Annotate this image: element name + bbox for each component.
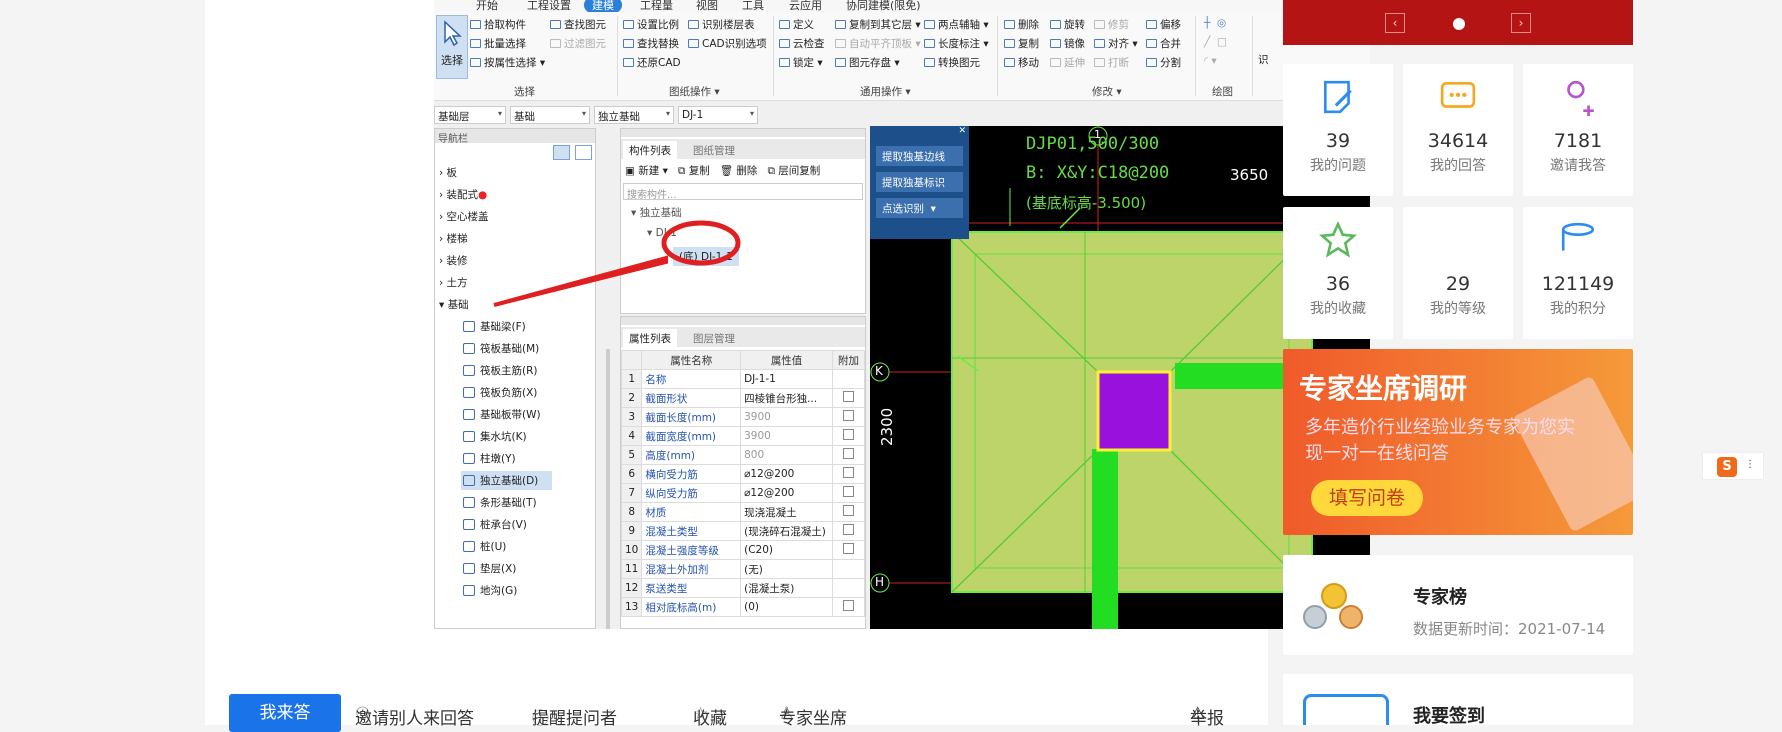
stat-number: 36 [1325, 273, 1351, 295]
next-arrow-icon[interactable]: › [1511, 13, 1531, 33]
carousel-dot[interactable] [1453, 18, 1465, 30]
stat-card[interactable]: 39 我的问题 [1283, 64, 1393, 196]
calendar-icon [1303, 694, 1389, 725]
sogou-icon: S [1717, 457, 1737, 477]
software-screenshot: 开始 工程设置 建模 工程量 视图 工具 云应用 协同建模(限免) 选择 拾取构… [434, 0, 1370, 629]
expert-rank-card[interactable]: 专家榜 数据更新时间：2021-07-14 [1283, 555, 1633, 655]
signin-card[interactable]: 我要签到 [1283, 674, 1633, 725]
expert-rank-title: 专家榜 [1413, 587, 1467, 608]
answer-button[interactable]: 我来答 [229, 694, 341, 732]
survey-button[interactable]: 填写问卷 [1311, 480, 1423, 516]
promo-banner[interactable]: 专家坐席调研 多年造价行业经验业务专家为您实现一对一在线问答 填写问卷 [1283, 349, 1633, 535]
user-add-icon [1567, 80, 1594, 116]
stat-label: 邀请我答 [1550, 158, 1606, 174]
medals-icon [1301, 577, 1363, 637]
stat-label: 我的回答 [1430, 158, 1486, 174]
stat-card[interactable]: 36 我的收藏 [1283, 207, 1393, 339]
stat-number: 34614 [1427, 130, 1489, 152]
stat-number: 39 [1325, 130, 1351, 152]
stat-label: 我的问题 [1310, 158, 1366, 174]
prev-arrow-icon[interactable]: ‹ [1385, 13, 1405, 33]
stat-card[interactable]: 29 我的等级 [1403, 207, 1513, 339]
stat-label: 我的等级 [1430, 301, 1486, 317]
floating-widget[interactable]: S ⋮ [1702, 452, 1764, 480]
more-icon[interactable]: ⋮ [1745, 459, 1755, 470]
stat-card[interactable]: 7181 邀请我答 [1523, 64, 1633, 196]
stat-label: 我的积分 [1550, 301, 1606, 317]
star-icon [1319, 221, 1357, 258]
stat-number: 121149 [1541, 273, 1615, 295]
promo-text: 多年造价行业经验业务专家为您实现一对一在线问答 [1305, 417, 1575, 464]
leaf-icon [1439, 221, 1477, 259]
stat-label: 我的收藏 [1310, 301, 1366, 317]
edit-icon [1324, 80, 1352, 114]
stat-card[interactable]: 121149 我的积分 [1523, 207, 1633, 339]
signin-title: 我要签到 [1413, 706, 1485, 725]
database-icon [1561, 222, 1595, 251]
stat-card[interactable]: 34614 我的回答 [1403, 64, 1513, 196]
expert-rank-updated: 数据更新时间：2021-07-14 [1413, 620, 1606, 638]
red-arrow-annotation [493, 220, 741, 307]
chat-icon [1440, 81, 1476, 108]
question-content: 开始 工程设置 建模 工程量 视图 工具 云应用 协同建模(限免) 选择 拾取构… [205, 0, 1370, 732]
stat-number: 29 [1445, 273, 1471, 295]
banner-carousel[interactable]: ‹ › [1283, 0, 1633, 45]
promo-title: 专家坐席调研 [1299, 372, 1468, 405]
stat-number: 7181 [1553, 130, 1603, 152]
